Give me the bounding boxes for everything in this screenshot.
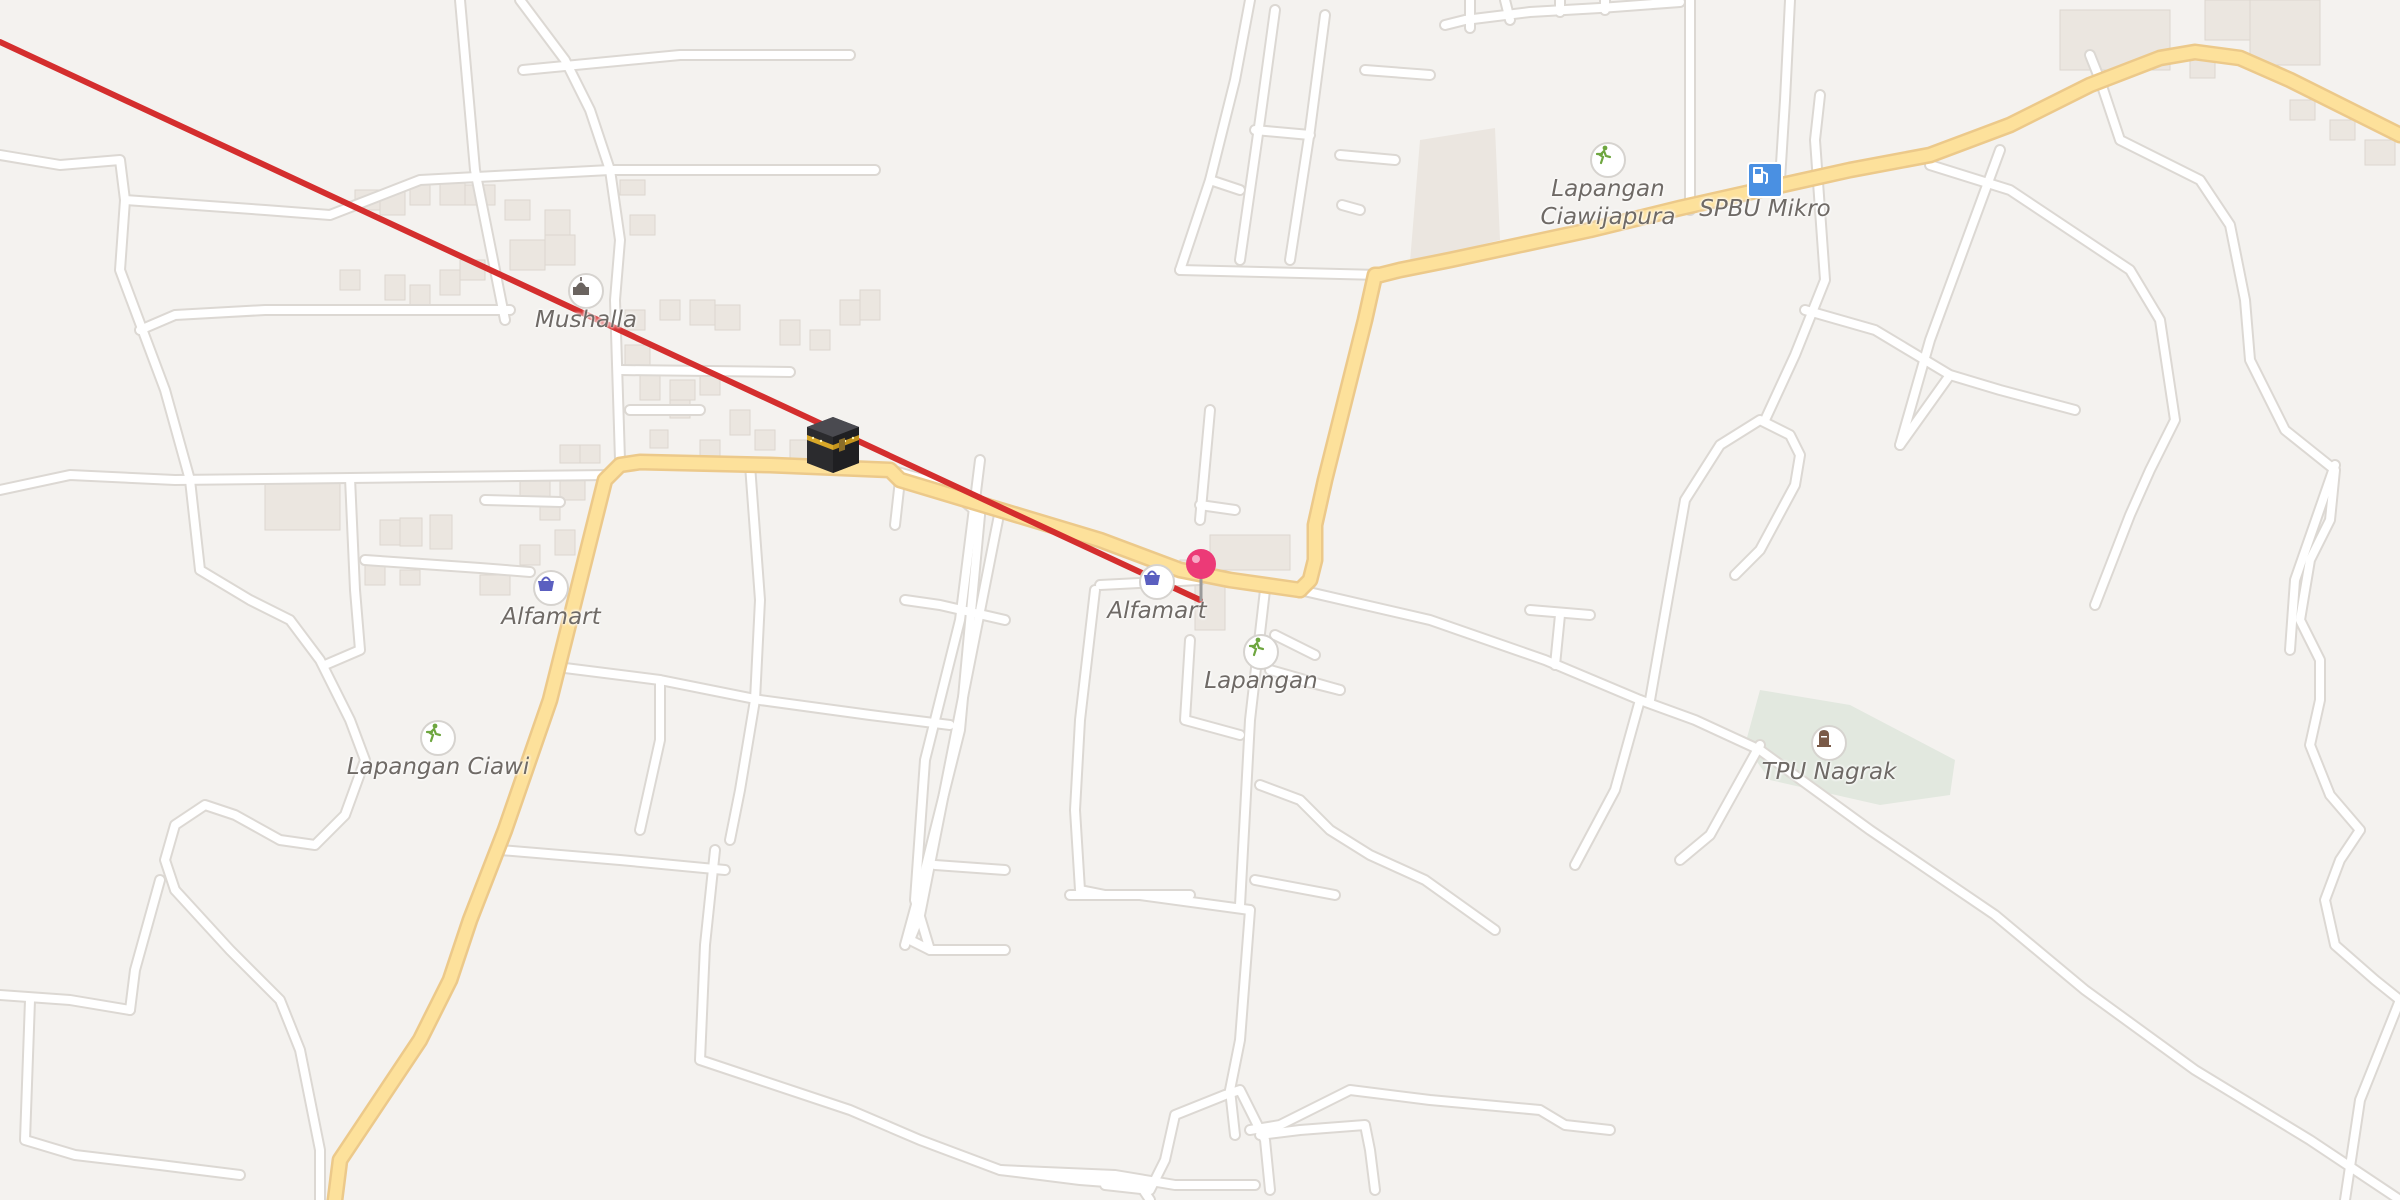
building xyxy=(544,234,576,266)
spbu-mikro-label[interactable]: SPBU Mikro xyxy=(1699,195,1830,223)
minor-road xyxy=(1176,266,1384,279)
building xyxy=(559,444,581,464)
map-pin-icon xyxy=(1186,549,1216,601)
field-area xyxy=(1410,128,1500,262)
building xyxy=(659,299,681,321)
building xyxy=(2329,119,2356,141)
minor-road xyxy=(1361,66,1434,79)
building xyxy=(629,214,656,236)
building xyxy=(579,444,601,464)
minor-road xyxy=(1551,611,1564,669)
fuel-pump-icon xyxy=(1753,167,1768,184)
building xyxy=(399,569,421,586)
spbu-mikro-poi-marker[interactable] xyxy=(1747,162,1783,198)
building xyxy=(2249,0,2321,66)
lapangan-ciawi-label[interactable]: Lapangan Ciawi xyxy=(347,753,530,781)
building xyxy=(669,379,696,401)
minor-road xyxy=(1251,126,1314,139)
alfamart-poi-marker-west[interactable] xyxy=(533,570,569,606)
mushalla-label[interactable]: Mushalla xyxy=(535,306,637,334)
cemetery-icon xyxy=(1817,730,1831,747)
building xyxy=(859,289,881,321)
building xyxy=(439,269,461,296)
building xyxy=(364,564,386,586)
building xyxy=(339,269,361,291)
building xyxy=(839,299,861,326)
lapangan-ciawijapura-label[interactable]: Lapangan Ciawijapura xyxy=(1541,175,1676,231)
running-person-icon xyxy=(1248,637,1265,657)
tpu-nagrak-poi-marker[interactable] xyxy=(1811,725,1847,761)
building xyxy=(779,319,801,346)
kaaba-icon xyxy=(807,417,859,473)
building xyxy=(649,429,669,449)
lapangan-ciawi-poi-marker[interactable] xyxy=(420,720,456,756)
building xyxy=(1209,534,1291,571)
minor-road xyxy=(1338,201,1364,214)
building xyxy=(729,409,751,436)
building xyxy=(479,574,511,596)
building xyxy=(689,299,716,326)
lapangan-ciawijapura-poi-marker[interactable] xyxy=(1590,142,1626,178)
building xyxy=(509,239,546,271)
building xyxy=(559,479,586,501)
building xyxy=(264,479,341,531)
building xyxy=(2364,139,2396,166)
mosque-icon xyxy=(573,277,589,295)
building xyxy=(384,274,406,301)
building xyxy=(554,529,576,556)
minor-road xyxy=(931,861,1009,874)
building xyxy=(809,329,831,351)
alfamart-poi-marker-east[interactable] xyxy=(1139,564,1175,600)
tpu-nagrak-label[interactable]: TPU Nagrak xyxy=(1762,758,1897,786)
building xyxy=(504,199,531,221)
lapangan-label[interactable]: Lapangan xyxy=(1204,667,1317,695)
minor-road xyxy=(1501,0,1514,24)
map-view[interactable]: Mushalla Alfamart Alfamart Lapangan Ciaw… xyxy=(0,0,2400,1200)
building xyxy=(429,514,453,550)
alfamart-label-west[interactable]: Alfamart xyxy=(501,603,600,631)
mushalla-poi-marker[interactable] xyxy=(568,273,604,309)
building xyxy=(619,179,646,196)
building xyxy=(544,209,571,236)
running-person-icon xyxy=(1595,145,1612,165)
building xyxy=(2204,0,2256,41)
minor-road xyxy=(1196,501,1239,514)
shopping-basket-icon xyxy=(1144,570,1160,585)
building xyxy=(399,517,423,547)
building xyxy=(754,429,776,451)
running-person-icon xyxy=(425,723,442,743)
building xyxy=(519,544,541,566)
building xyxy=(714,304,741,331)
building xyxy=(639,374,661,401)
minor-road xyxy=(481,496,564,506)
lapangan-poi-marker[interactable] xyxy=(1243,634,1279,670)
minor-road xyxy=(1336,151,1399,164)
building xyxy=(2289,99,2316,121)
building xyxy=(624,344,651,366)
shopping-basket-icon xyxy=(538,576,554,591)
